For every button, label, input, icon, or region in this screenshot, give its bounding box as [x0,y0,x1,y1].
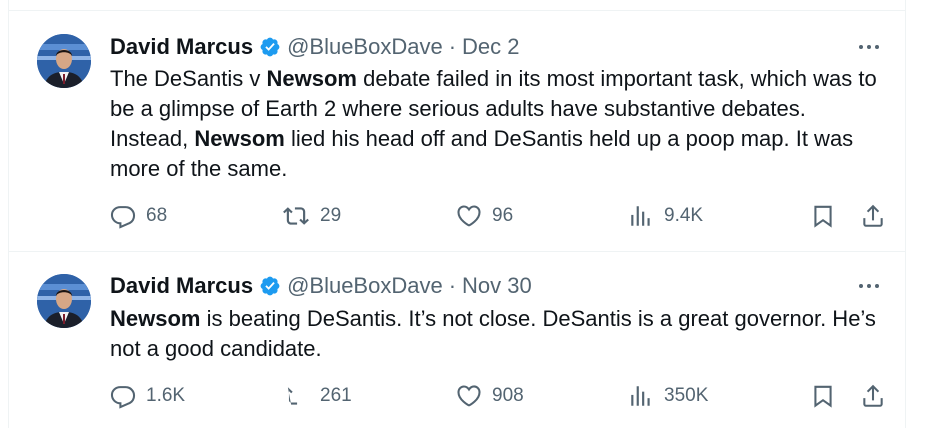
views-icon [631,206,650,226]
author-name[interactable]: David Marcus [110,34,253,60]
repost-icon [283,207,309,225]
repost-button[interactable]: 29 [282,201,341,231]
reply-button[interactable]: 1.6K [110,381,185,411]
tweet-text-bold: Newsom [194,126,285,151]
tweet-header: David Marcus @BlueBoxDave · Dec 2 [110,34,520,60]
tweet[interactable]: David Marcus @BlueBoxDave · Nov 30 Newso… [9,252,905,428]
tweet-text-segment: The DeSantis v [110,66,267,91]
views-button[interactable]: 350K [628,381,708,411]
repost-icon [287,387,298,405]
tweet-header: David Marcus @BlueBoxDave · Nov 30 [110,273,532,299]
timeline: David Marcus @BlueBoxDave · Dec 2 The De… [0,0,928,428]
repost-count: 29 [320,205,342,226]
bookmark-icon[interactable] [810,381,836,411]
verified-badge-icon [259,275,281,297]
author-name[interactable]: David Marcus [110,273,253,299]
tweet-text: Newsom is beating DeSantis. It’s not clo… [110,304,880,364]
tweet-text-bold: Newsom [110,306,201,331]
tweet[interactable]: David Marcus @BlueBoxDave · Dec 2 The De… [9,11,905,251]
author-handle[interactable]: @BlueBoxDave [287,273,443,299]
avatar[interactable] [37,34,91,88]
reply-button[interactable]: 68 [110,201,167,231]
action-bar: 68 29 96 9.4K [110,201,890,231]
tweet-text-segment: is beating DeSantis. It’s not close. DeS… [110,306,876,361]
like-button[interactable]: 908 [456,381,524,411]
like-count: 908 [492,385,524,406]
views-icon [631,386,650,406]
repost-count: 261 [320,385,352,406]
share-icon[interactable] [860,381,886,411]
like-icon [457,385,481,407]
avatar[interactable] [37,274,91,328]
verified-badge-icon [259,36,281,58]
more-icon[interactable] [854,275,884,297]
avatar-image [37,274,91,328]
tweet-text: The DeSantis v Newsom debate failed in i… [110,64,880,184]
view-count: 350K [664,385,709,406]
tweet-date[interactable]: Nov 30 [462,273,532,299]
share-icon[interactable] [860,201,886,231]
author-handle[interactable]: @BlueBoxDave [287,34,443,60]
reply-count: 68 [146,205,168,226]
like-count: 96 [492,205,514,226]
separator-dot: · [448,273,457,298]
separator-dot: · [448,34,457,59]
reply-icon [110,206,136,229]
bookmark-icon[interactable] [810,201,836,231]
reply-count: 1.6K [146,385,186,406]
like-icon [457,205,481,227]
reply-icon [110,386,136,409]
view-count: 9.4K [664,205,704,226]
like-button[interactable]: 96 [456,201,513,231]
views-button[interactable]: 9.4K [628,201,703,231]
repost-button[interactable]: 261 [282,381,352,411]
timeline-right-border [905,0,906,428]
more-icon[interactable] [854,36,884,58]
tweet-date[interactable]: Dec 2 [462,34,519,60]
action-bar: 1.6K 261 908 350K [110,381,890,411]
tweet-text-bold: Newsom [266,66,357,91]
avatar-image [37,34,91,88]
